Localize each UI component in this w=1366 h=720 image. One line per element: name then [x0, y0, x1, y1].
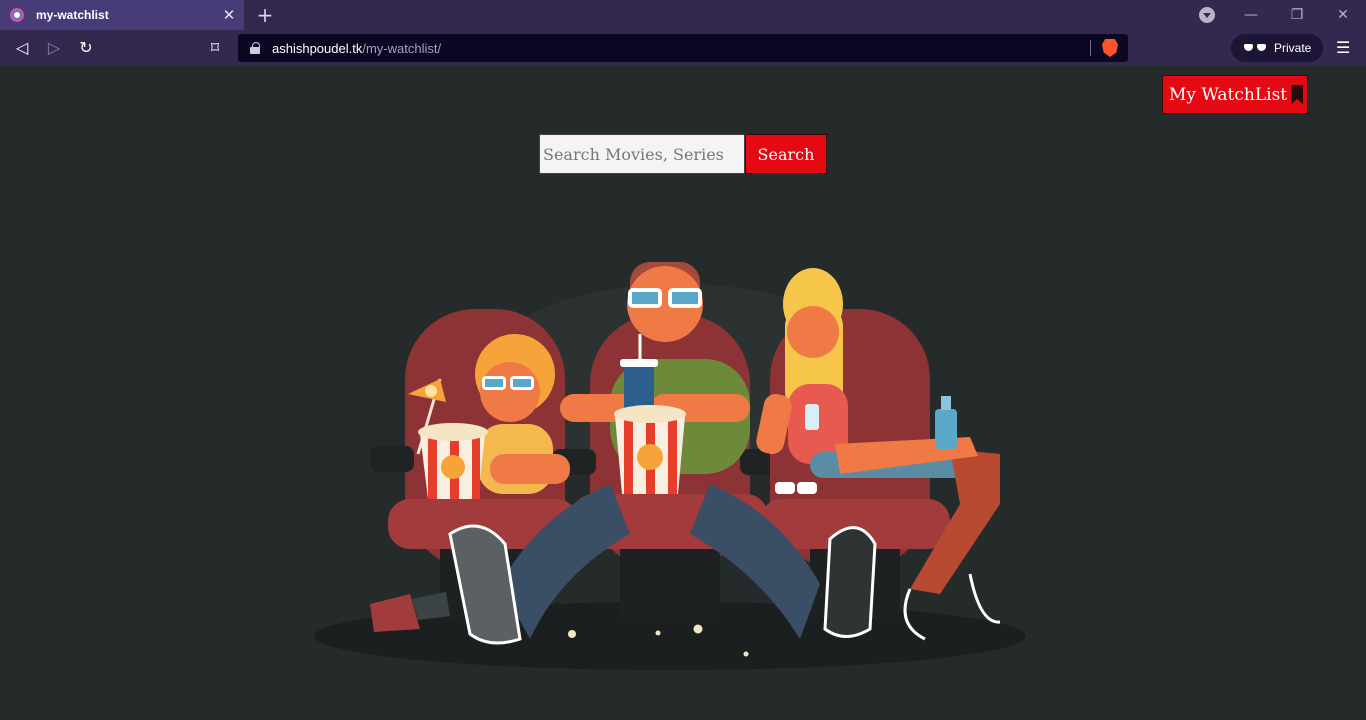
- private-window-badge[interactable]: Private: [1231, 34, 1323, 62]
- search-form: Search: [539, 134, 827, 174]
- url-domain: ashishpoudel.tk: [272, 40, 363, 56]
- site-favicon-icon: [10, 8, 24, 22]
- new-tab-icon[interactable]: +: [255, 4, 275, 26]
- browser-toolbar: ◁ ▷ ↻ ⌑ ashishpoudel.tk/my-watchlist/ Pr…: [0, 30, 1366, 66]
- forward-icon[interactable]: ▷: [44, 38, 64, 58]
- close-window-icon[interactable]: ✕: [1333, 5, 1353, 25]
- back-icon[interactable]: ◁: [12, 38, 32, 58]
- minimize-icon[interactable]: —: [1241, 5, 1261, 25]
- page-content: My WatchList Search: [0, 66, 1366, 720]
- browser-tab[interactable]: my-watchlist ✕: [0, 0, 244, 30]
- lock-icon[interactable]: [250, 42, 260, 54]
- close-tab-icon[interactable]: ✕: [220, 6, 238, 24]
- url-path: /my-watchlist/: [362, 40, 442, 56]
- reload-icon[interactable]: ↻: [76, 38, 96, 58]
- bookmark-icon: [1291, 84, 1304, 105]
- address-bar[interactable]: ashishpoudel.tk/my-watchlist/: [238, 34, 1128, 62]
- movie-family-illustration-icon: [314, 262, 1026, 670]
- watchlist-label: My WatchList: [1169, 84, 1288, 105]
- search-input[interactable]: [539, 134, 745, 174]
- bookmark-page-icon[interactable]: ⌑: [205, 38, 225, 58]
- address-separator: [1090, 40, 1091, 56]
- hamburger-menu-icon[interactable]: ☰: [1336, 40, 1350, 56]
- restore-icon[interactable]: ❐: [1287, 5, 1307, 25]
- my-watchlist-button[interactable]: My WatchList: [1162, 75, 1308, 114]
- address-url[interactable]: ashishpoudel.tk/my-watchlist/: [272, 41, 441, 56]
- profile-dropdown-icon[interactable]: [1199, 7, 1215, 23]
- private-glasses-icon: [1244, 43, 1266, 53]
- brave-shields-icon[interactable]: [1102, 39, 1118, 57]
- private-label: Private: [1274, 41, 1312, 55]
- browser-tab-strip: my-watchlist ✕ + — ❐ ✕: [0, 0, 1366, 30]
- search-button[interactable]: Search: [745, 134, 827, 174]
- tab-title: my-watchlist: [36, 8, 109, 22]
